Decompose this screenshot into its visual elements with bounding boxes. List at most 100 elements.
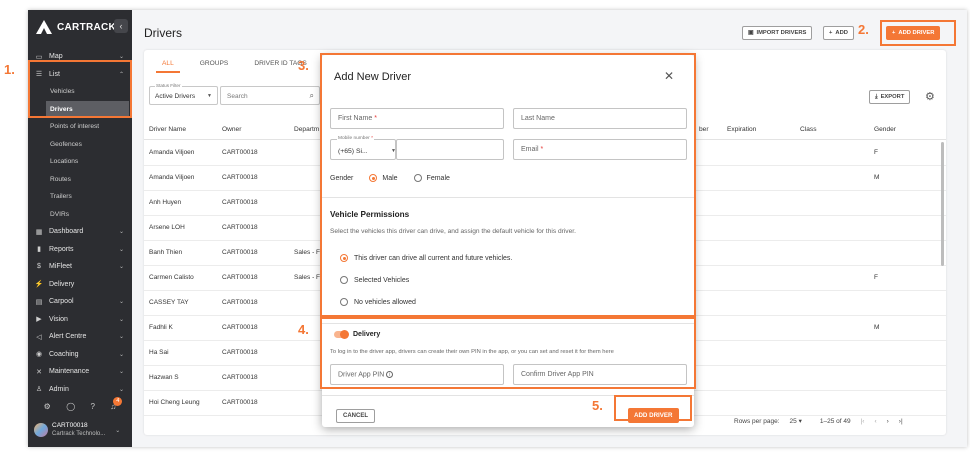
next-page-icon[interactable]: › [887, 418, 889, 425]
bell-icon[interactable]: ♫ 4 [110, 397, 123, 411]
permission-none-option[interactable]: No vehicles allowed [340, 298, 416, 306]
sidebar-item-label: Locations [50, 158, 79, 166]
email-field[interactable]: Email * [513, 139, 687, 160]
list-icon: ☰ [35, 71, 43, 79]
column-header[interactable]: Departm [294, 120, 319, 140]
sidebar-item-dashboard[interactable]: ▦ Dashboard ⌄ [28, 223, 132, 241]
annotation-2: 2. [858, 22, 869, 37]
status-filter-select[interactable]: Status Filter Active Drivers ▼ [149, 83, 218, 105]
cell-gender: F [874, 274, 878, 281]
column-header[interactable]: Gender [874, 120, 896, 140]
sidebar-item-geofences[interactable]: Geofences [28, 136, 132, 154]
prev-page-icon[interactable]: ‹ [874, 418, 876, 425]
rows-per-page-select[interactable]: 25 ▾ [790, 417, 802, 425]
search-input[interactable]: Search ⌕ [220, 86, 320, 105]
chevron-down-icon: ⌄ [115, 427, 121, 434]
sidebar: CARTRACK ‹ ▭ Map ⌄ ☰ List ⌃ Vehicles Drivers Poi… [28, 10, 132, 447]
admin-icon: ♙ [35, 386, 43, 394]
vehicle-permissions-title: Vehicle Permissions [330, 210, 410, 219]
cell-owner: CART00018 [222, 299, 258, 306]
table-scrollbar[interactable] [941, 142, 944, 266]
plus-icon: + [892, 30, 896, 36]
first-page-icon[interactable]: |‹ [861, 418, 865, 425]
sidebar-item-label: Reports [49, 245, 74, 253]
import-icon: ▣ [748, 30, 754, 36]
sidebar-item-admin[interactable]: ♙ Admin ⌄ [28, 381, 132, 399]
submit-add-driver-button[interactable]: ADD DRIVER [628, 408, 679, 423]
add-button[interactable]: + ADD [823, 26, 854, 40]
sidebar-item-drivers[interactable]: Drivers [46, 100, 129, 118]
sidebar-item-label: Vision [49, 315, 68, 323]
cell-owner: CART00018 [222, 399, 258, 406]
sidebar-item-trailers[interactable]: Trailers [28, 188, 132, 206]
shield-icon[interactable]: ◯ [66, 402, 75, 411]
sidebar-item-coaching[interactable]: ◉ Coaching ⌄ [28, 346, 132, 364]
sidebar-item-label: Map [49, 53, 63, 61]
tab-all[interactable]: ALL [156, 56, 180, 73]
cancel-button[interactable]: CANCEL [336, 409, 375, 423]
delivery-desc: To log in to the driver app, drivers can… [330, 349, 614, 355]
cell-owner: CART00018 [222, 374, 258, 381]
sidebar-item-label: Alert Centre [49, 333, 87, 341]
column-header[interactable]: Class [800, 120, 817, 140]
sidebar-item-dvirs[interactable]: DVIRs [28, 206, 132, 224]
sidebar-item-locations[interactable]: Locations [28, 153, 132, 171]
sidebar-item-list[interactable]: ☰ List ⌃ [28, 66, 132, 84]
country-code-select[interactable]: Mobile number * (+65) Si... ▼ [330, 136, 396, 160]
cell-dept: Sales - F [294, 274, 321, 281]
cell-gender: M [874, 174, 880, 181]
user-menu[interactable]: CART00018 Cartrack Technolo... ⌄ [34, 422, 130, 438]
sidebar-item-vision[interactable]: ▶ Vision ⌄ [28, 311, 132, 329]
sidebar-item-maintenance[interactable]: ✕ Maintenance ⌄ [28, 363, 132, 381]
column-header[interactable]: Driver Name [149, 120, 186, 140]
mobile-number-field[interactable] [396, 139, 504, 160]
cell-owner: CART00018 [222, 349, 258, 356]
sidebar-item-map[interactable]: ▭ Map ⌄ [28, 48, 132, 66]
video-icon: ▶ [36, 316, 42, 324]
gear-icon[interactable]: ⚙ [925, 90, 935, 103]
permission-all-option[interactable]: This driver can drive all current and fu… [340, 254, 512, 262]
delivery-toggle[interactable] [334, 330, 349, 339]
last-page-icon[interactable]: ›| [899, 418, 903, 425]
gender-female-radio[interactable] [413, 174, 422, 182]
permission-all-radio[interactable] [340, 254, 348, 262]
export-button[interactable]: ⤓ EXPORT [869, 90, 911, 104]
sidebar-item-reports[interactable]: ▮ Reports ⌄ [28, 241, 132, 259]
close-icon[interactable]: ✕ [664, 69, 674, 83]
brand-name: CARTRACK [57, 21, 117, 33]
sidebar-item-points-of-interest[interactable]: Points of interest [28, 118, 132, 136]
annotation-3: 3. [298, 58, 309, 73]
annotation-5: 5. [592, 398, 603, 413]
sidebar-item-alert-centre[interactable]: ◁ Alert Centre ⌄ [28, 328, 132, 346]
help-icon[interactable]: ? [90, 402, 94, 411]
last-name-field[interactable]: Last Name [513, 108, 687, 129]
first-name-field[interactable]: First Name * [330, 108, 504, 129]
column-header[interactable]: Owner [222, 120, 241, 140]
sidebar-item-vehicles[interactable]: Vehicles [28, 83, 132, 101]
tab-groups[interactable]: GROUPS [194, 56, 235, 73]
column-header[interactable]: ber [699, 120, 709, 140]
gender-male-radio[interactable] [369, 174, 378, 182]
bolt-icon: ⚡ [34, 281, 44, 289]
settings-icon[interactable]: ⚙ [44, 402, 51, 411]
sidebar-item-mifleet[interactable]: $ MiFleet ⌄ [28, 258, 132, 276]
cell-name: Fadhli K [149, 324, 173, 331]
confirm-pin-field[interactable]: Confirm Driver App PIN [513, 364, 687, 385]
chevron-icon: ⌄ [118, 246, 124, 253]
permission-selected-radio[interactable] [340, 276, 348, 284]
collapse-sidebar-button[interactable]: ‹ [114, 19, 128, 33]
cell-owner: CART00018 [222, 224, 258, 231]
column-header[interactable]: Expiration [727, 120, 756, 140]
sidebar-item-carpool[interactable]: ▤ Carpool ⌄ [28, 293, 132, 311]
driver-app-pin-field[interactable]: Driver App PIN i [330, 364, 504, 385]
import-drivers-button[interactable]: ▣ IMPORT DRIVERS [742, 26, 813, 40]
add-driver-button[interactable]: + ADD DRIVER [886, 26, 941, 40]
sidebar-item-label: Trailers [50, 193, 72, 201]
permission-none-radio[interactable] [340, 298, 348, 306]
cell-owner: CART00018 [222, 199, 258, 206]
permission-selected-option[interactable]: Selected Vehicles [340, 276, 409, 284]
cell-name: Amanda Viljoen [149, 174, 195, 181]
sidebar-item-delivery[interactable]: ⚡ Delivery [28, 276, 132, 294]
sidebar-item-routes[interactable]: Routes [28, 171, 132, 189]
plus-icon: + [829, 30, 833, 36]
